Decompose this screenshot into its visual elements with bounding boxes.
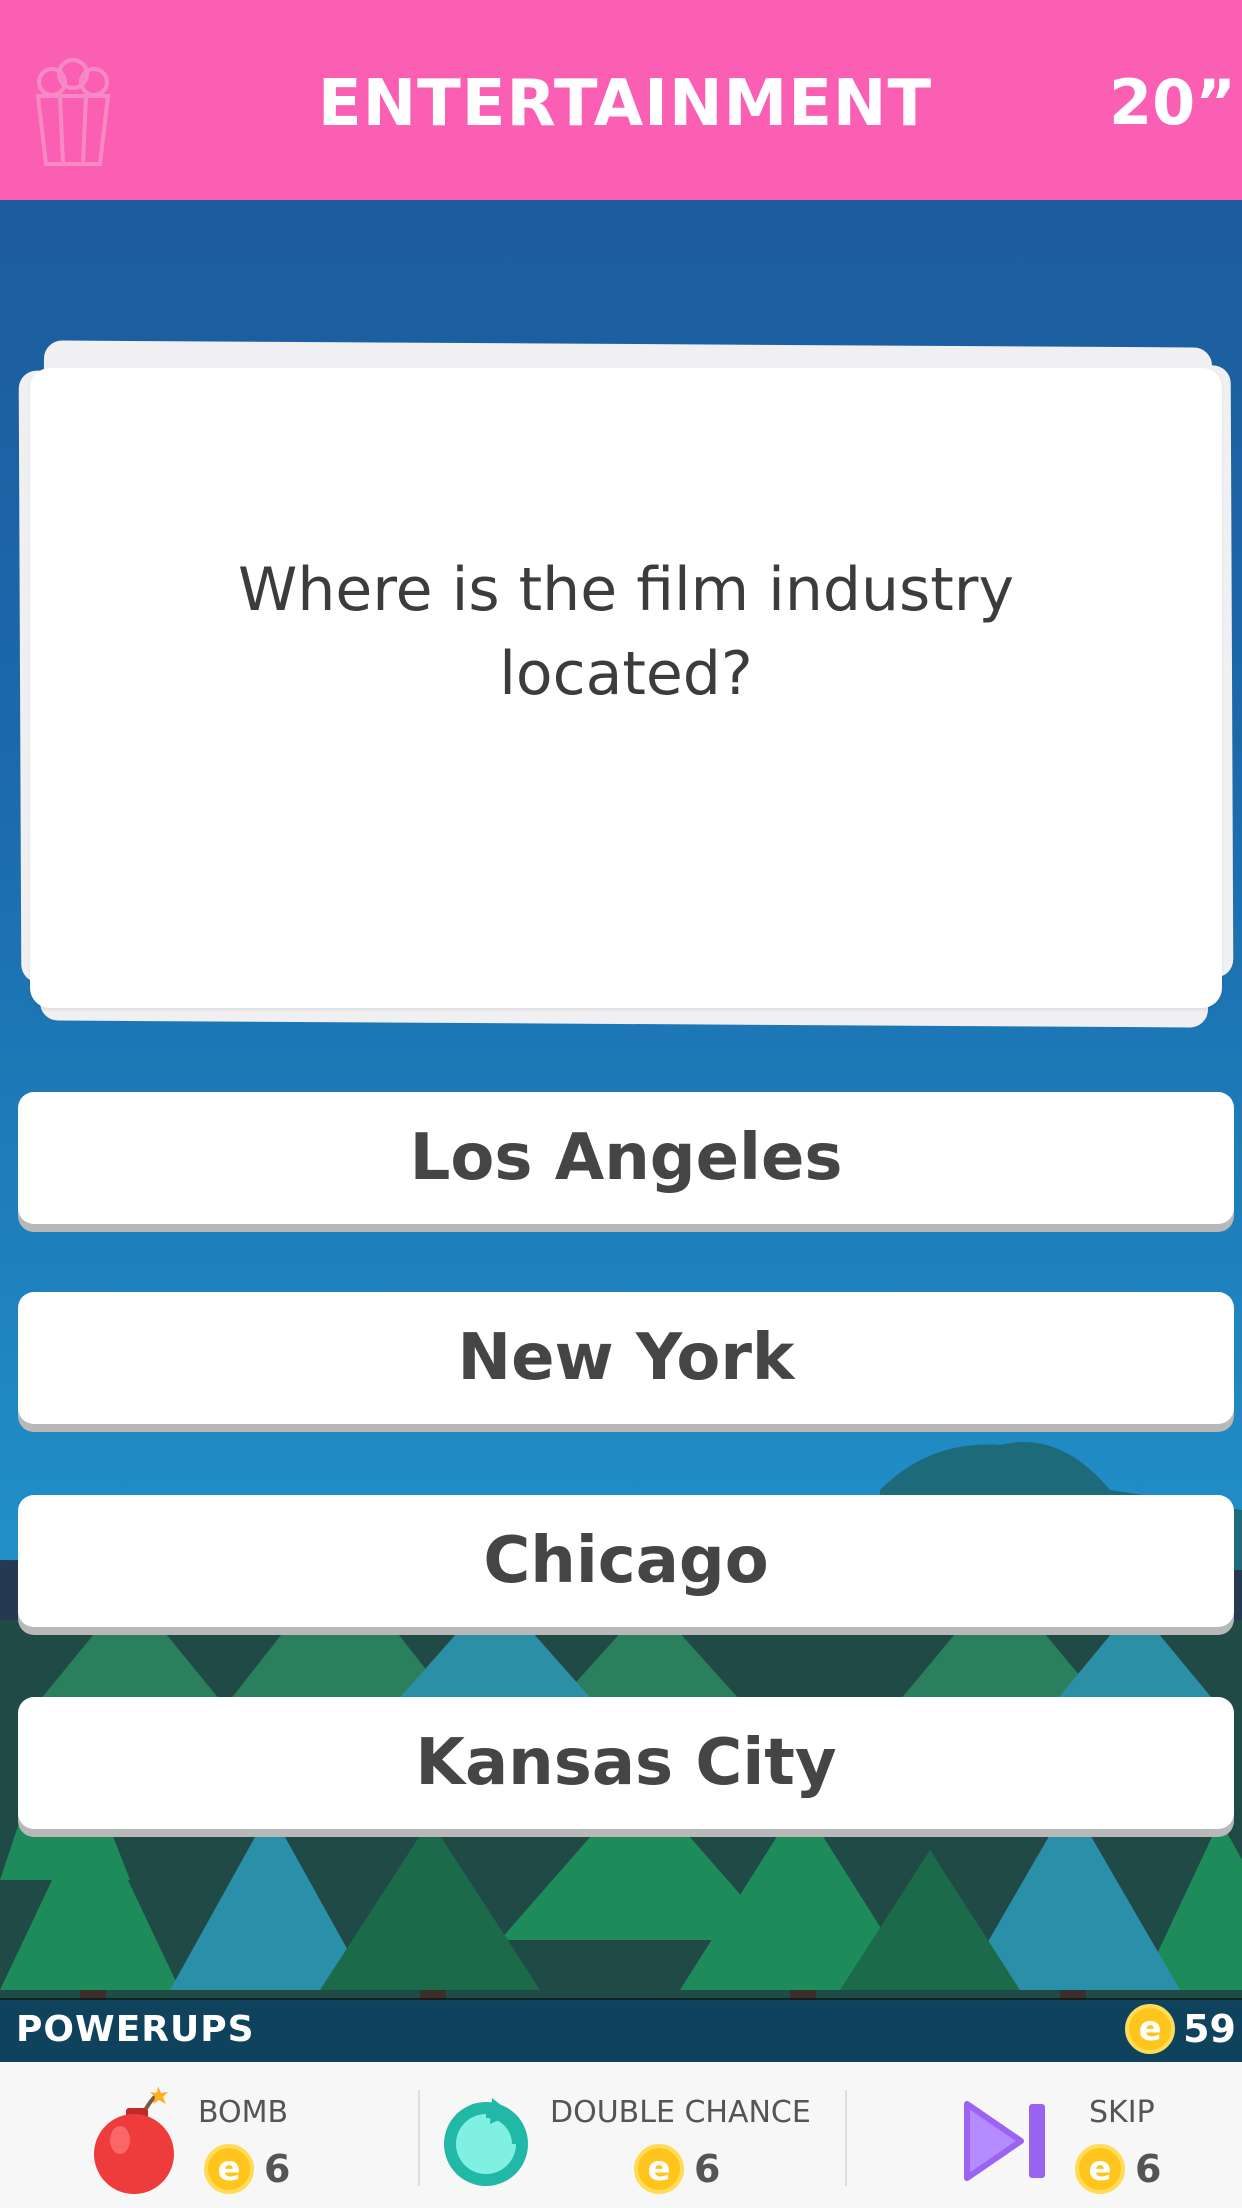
- countdown-timer: 20”: [1108, 66, 1236, 139]
- coin-count: 59: [1183, 2007, 1236, 2051]
- powerups-bar: BOMB e 6 DOUBLE CHANCE e 6 SKIP e 6: [0, 2062, 1242, 2208]
- question-card: Where is the film industry located?: [30, 368, 1222, 1008]
- double-chance-powerup-button[interactable]: DOUBLE CHANCE e 6: [420, 2062, 845, 2208]
- powerups-header: POWERUPS e 59: [0, 1998, 1242, 2062]
- coin-balance: e 59: [1125, 2004, 1236, 2054]
- double-chance-cost-value: 6: [694, 2147, 721, 2191]
- coin-icon: e: [204, 2144, 254, 2194]
- answer-button[interactable]: New York: [18, 1292, 1234, 1424]
- category-title: ENTERTAINMENT: [317, 67, 933, 141]
- coin-icon: e: [634, 2144, 684, 2194]
- skip-powerup-button[interactable]: SKIP e 6: [847, 2062, 1242, 2208]
- category-header: ENTERTAINMENT 20”: [0, 0, 1242, 200]
- popcorn-icon: [35, 58, 111, 166]
- double-chance-cost: e 6: [634, 2144, 720, 2194]
- coin-icon: e: [1075, 2144, 1125, 2194]
- skip-label: SKIP: [1089, 2095, 1155, 2130]
- answer-button[interactable]: Kansas City: [18, 1697, 1234, 1829]
- bomb-cost: e 6: [204, 2144, 290, 2194]
- skip-cost: e 6: [1075, 2144, 1161, 2194]
- question-text: Where is the film industry located?: [238, 555, 1014, 709]
- double-chance-icon: [444, 2098, 528, 2186]
- answer-button[interactable]: Los Angeles: [18, 1092, 1234, 1224]
- skip-cost-value: 6: [1135, 2147, 1162, 2191]
- bomb-cost-value: 6: [264, 2147, 291, 2191]
- double-chance-label: DOUBLE CHANCE: [550, 2095, 811, 2130]
- bomb-icon: [94, 2086, 174, 2194]
- skip-icon: [964, 2101, 1045, 2181]
- bomb-powerup-button[interactable]: BOMB e 6: [0, 2062, 418, 2208]
- powerups-label: POWERUPS: [16, 2009, 255, 2050]
- answer-button[interactable]: Chicago: [18, 1495, 1234, 1627]
- bomb-label: BOMB: [198, 2095, 289, 2130]
- coin-icon: e: [1125, 2004, 1176, 2054]
